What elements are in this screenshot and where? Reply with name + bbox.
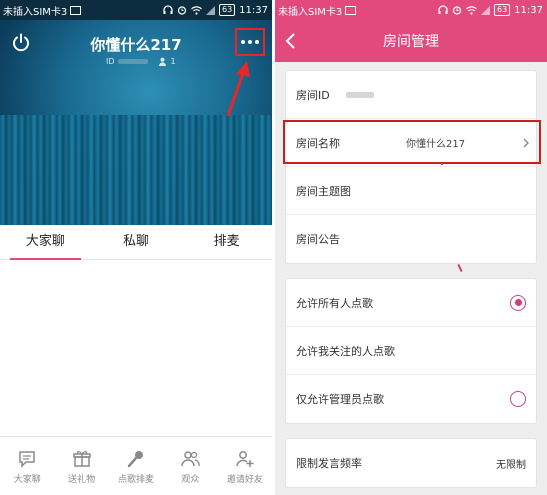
room-cover-label: 房间主题图 bbox=[296, 184, 351, 198]
clock: 11:37 bbox=[239, 4, 268, 16]
room-id-row: ID 1 bbox=[106, 57, 176, 66]
speech-limit-row[interactable]: 限制发言频率 无限制 bbox=[286, 439, 536, 487]
stray-mark bbox=[441, 163, 443, 165]
song-option-all[interactable]: 允许所有人点歌 bbox=[286, 279, 536, 327]
tab-mic-queue[interactable]: 排麦 bbox=[181, 225, 272, 259]
battery-level: 63 bbox=[493, 4, 511, 16]
chat-message-area[interactable] bbox=[0, 260, 272, 435]
room-id-label: 房间ID bbox=[296, 88, 330, 102]
nav-audience[interactable]: 观众 bbox=[163, 437, 217, 495]
room-announcement-label: 房间公告 bbox=[296, 233, 340, 246]
room-management-screen: 未插入SIM卡3 63 11:37 房间管理 房间ID 房间名称 你懂什么217 bbox=[275, 0, 547, 495]
image-notification-icon bbox=[70, 5, 82, 15]
room-title: 你懂什么217 bbox=[90, 36, 182, 54]
back-arrow-icon[interactable] bbox=[283, 31, 299, 51]
nav-song-request[interactable]: 点歌排麦 bbox=[109, 437, 163, 495]
bottom-nav: 大家聊 送礼物 点歌排麦 观众 邀请好友 bbox=[0, 436, 272, 495]
annotation-arrow-icon bbox=[226, 61, 250, 117]
person-icon bbox=[158, 57, 166, 66]
online-count: 1 bbox=[170, 57, 176, 66]
room-id-obscured bbox=[345, 91, 374, 98]
chat-bubble-icon bbox=[19, 450, 35, 468]
wifi-icon bbox=[466, 5, 477, 15]
video-stream[interactable] bbox=[0, 115, 272, 225]
image-notification-icon bbox=[345, 5, 357, 15]
room-info-group: 房间ID 房间名称 你懂什么217 房间主题图 房间公告 bbox=[283, 70, 541, 264]
alarm-icon bbox=[177, 6, 187, 15]
nav-label: 观众 bbox=[181, 474, 200, 485]
signal-icon bbox=[205, 5, 215, 15]
page-title: 房间管理 bbox=[383, 34, 439, 50]
carrier-text: 未插入SIM卡3 bbox=[3, 6, 68, 18]
status-bar: 未插入SIM卡3 63 11:37 bbox=[0, 0, 272, 20]
room-name-row[interactable]: 房间名称 你懂什么217 bbox=[283, 119, 541, 167]
nav-public-chat[interactable]: 大家聊 bbox=[0, 437, 54, 495]
room-id-row: 房间ID bbox=[286, 71, 536, 119]
song-option-label: 允许所有人点歌 bbox=[296, 296, 373, 310]
speech-limit-label: 限制发言频率 bbox=[296, 457, 362, 470]
nav-label: 送礼物 bbox=[68, 474, 96, 485]
tab-public-chat[interactable]: 大家聊 bbox=[0, 225, 91, 260]
headset-icon bbox=[163, 5, 173, 14]
room-name-value: 你懂什么217 bbox=[406, 139, 466, 150]
carrier-text: 未插入SIM卡3 bbox=[278, 6, 343, 18]
room-announcement-row[interactable]: 房间公告 bbox=[286, 215, 536, 263]
radio-button[interactable] bbox=[510, 294, 526, 311]
status-bar: 未插入SIM卡3 63 11:37 bbox=[275, 0, 547, 20]
radio-button[interactable] bbox=[510, 391, 526, 407]
gift-icon bbox=[72, 450, 91, 467]
more-dots-icon bbox=[241, 40, 259, 44]
nav-invite-friends[interactable]: 邀请好友 bbox=[218, 437, 272, 495]
audience-icon bbox=[181, 450, 201, 466]
clock: 11:37 bbox=[514, 4, 543, 16]
room-id-label: ID bbox=[106, 57, 115, 66]
room-id-obscured bbox=[117, 59, 148, 64]
speech-limit-value: 无限制 bbox=[496, 459, 526, 471]
tab-private-chat[interactable]: 私聊 bbox=[91, 225, 182, 259]
add-friend-icon bbox=[236, 450, 254, 467]
room-cover-row[interactable]: 房间主题图 bbox=[286, 163, 536, 215]
live-room-screen: 未插入SIM卡3 63 11:37 你懂什么217 ID 1 大家聊 私聊 排麦… bbox=[0, 0, 272, 495]
speech-limit-group: 限制发言频率 无限制 bbox=[285, 438, 537, 488]
title-bar: 房间管理 bbox=[275, 20, 547, 62]
song-option-followed[interactable]: 允许我关注的人点歌 bbox=[286, 327, 536, 375]
nav-label: 点歌排麦 bbox=[118, 474, 155, 485]
nav-send-gift[interactable]: 送礼物 bbox=[54, 437, 108, 495]
song-option-admin[interactable]: 仅允许管理员点歌 bbox=[286, 375, 536, 423]
chat-tabs: 大家聊 私聊 排麦 bbox=[0, 225, 272, 260]
signal-icon bbox=[480, 5, 490, 15]
nav-label: 邀请好友 bbox=[226, 474, 263, 485]
stray-mark bbox=[457, 263, 463, 273]
battery-level: 63 bbox=[218, 4, 236, 16]
alarm-icon bbox=[452, 6, 462, 15]
microphone-icon bbox=[127, 450, 144, 467]
chevron-right-icon bbox=[523, 138, 529, 147]
song-request-group: 允许所有人点歌 允许我关注的人点歌 仅允许管理员点歌 bbox=[285, 278, 537, 424]
nav-label: 大家聊 bbox=[13, 474, 41, 485]
wifi-icon bbox=[191, 5, 202, 15]
headset-icon bbox=[438, 5, 448, 14]
song-option-label: 仅允许管理员点歌 bbox=[296, 393, 384, 406]
song-option-label: 允许我关注的人点歌 bbox=[296, 344, 395, 358]
more-options-button[interactable] bbox=[235, 28, 265, 56]
